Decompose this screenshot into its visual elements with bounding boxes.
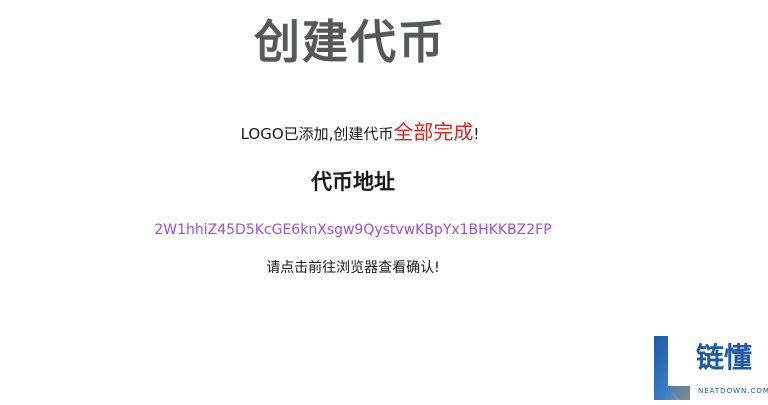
- letter-l-logo-icon: [654, 336, 690, 400]
- token-address-link[interactable]: 2W1hhiZ45D5KcGE6knXsgw9QystvwKBpYx1BHKKB…: [0, 218, 706, 242]
- watermark-name: 链懂: [696, 341, 753, 374]
- page: 创建代币 LOGO已添加,创建代币全部完成! 代币地址 2W1hhiZ45D5K…: [0, 0, 768, 405]
- status-suffix: !: [473, 125, 480, 143]
- status-prefix: LOGO已添加,创建代币: [240, 125, 394, 143]
- watermark-domain: NEATDOWN.COM: [698, 387, 768, 395]
- status-highlight: 全部完成: [393, 120, 474, 144]
- address-heading: 代币地址: [311, 170, 395, 194]
- page-title: 创建代币: [254, 15, 446, 69]
- instruction-text: 请点击前往浏览器查看确认!: [266, 260, 440, 276]
- status-message: LOGO已添加,创建代币全部完成!: [0, 117, 720, 149]
- watermark-logo: 链懂 NEATDOWN.COM: [650, 334, 768, 402]
